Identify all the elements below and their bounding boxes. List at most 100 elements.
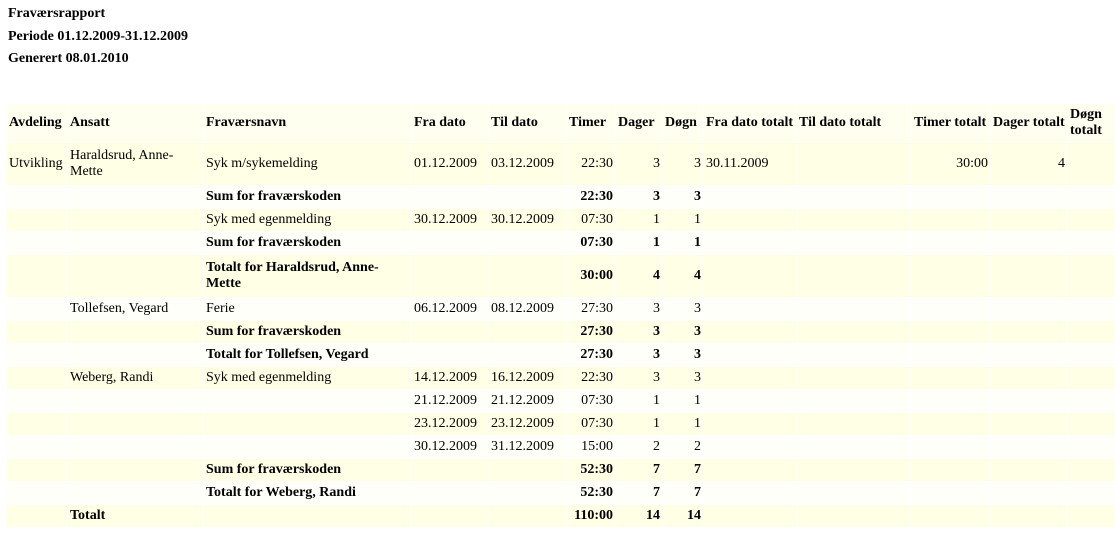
- cell-dogn: 7: [663, 482, 703, 504]
- cell-dogn-totalt: 4: [1068, 143, 1115, 185]
- cell-dogn-totalt: [1068, 505, 1115, 527]
- col-header-fra-dato-totalt: Fra dato totalt: [704, 104, 796, 142]
- cell-fra-dato-totalt: [704, 232, 796, 254]
- cell-fravaersnavn: Ferie: [204, 298, 411, 320]
- cell-fravaersnavn: Syk m/sykemelding: [204, 143, 411, 185]
- cell-ansatt: [68, 209, 203, 231]
- table-row: Tollefsen, Vegard Ferie 06.12.2009 08.12.20…: [7, 298, 1115, 320]
- cell-fra-dato: 14.12.2009: [412, 367, 488, 389]
- cell-avdeling: [7, 413, 67, 435]
- cell-dogn-totalt: [1068, 367, 1115, 389]
- cell-timer-totalt: [912, 505, 990, 527]
- cell-timer: 27:30: [567, 298, 615, 320]
- cell-til-dato: [489, 232, 566, 254]
- cell-fra-dato: 30.12.2009: [412, 209, 488, 231]
- cell-dogn: 4: [663, 255, 703, 297]
- cell-til-dato-totalt: [797, 505, 911, 527]
- cell-avdeling: [7, 186, 67, 208]
- cell-dogn-totalt: [1068, 390, 1115, 412]
- cell-timer-totalt: [912, 459, 990, 481]
- cell-dogn-totalt: [1068, 232, 1115, 254]
- cell-fra-dato: [412, 459, 488, 481]
- cell-fra-dato-totalt: [704, 298, 796, 320]
- cell-timer: 15:00: [567, 436, 615, 458]
- cell-ansatt: [68, 321, 203, 343]
- cell-fravaersnavn: [204, 436, 411, 458]
- cell-dogn-totalt: [1068, 344, 1115, 366]
- cell-til-dato-totalt: [797, 390, 911, 412]
- cell-dogn: 1: [663, 390, 703, 412]
- cell-timer-totalt: [912, 436, 990, 458]
- cell-til-dato-totalt: [797, 186, 911, 208]
- cell-fra-dato-totalt: [704, 413, 796, 435]
- cell-timer-totalt: [912, 344, 990, 366]
- col-header-til-dato: Til dato: [489, 104, 566, 142]
- table-row: Weberg, Randi Syk med egenmelding 14.12.20…: [7, 367, 1115, 389]
- cell-timer-totalt: [912, 390, 990, 412]
- cell-fra-dato: 06.12.2009: [412, 298, 488, 320]
- cell-ansatt: Tollefsen, Vegard: [68, 298, 203, 320]
- cell-avdeling: Utvikling: [7, 143, 67, 185]
- cell-avdeling: [7, 232, 67, 254]
- cell-timer: 52:30: [567, 459, 615, 481]
- cell-dogn: 3: [663, 186, 703, 208]
- cell-dager-totalt: [991, 413, 1067, 435]
- cell-avdeling: [7, 344, 67, 366]
- cell-dager: 7: [616, 482, 662, 504]
- table-row: Sum for fraværskoden 52:30 7 7: [7, 459, 1115, 481]
- table-body: Utvikling Haraldsrud, Anne-Mette Syk m/syk…: [7, 143, 1115, 527]
- cell-dager: 3: [616, 321, 662, 343]
- cell-timer-totalt: [912, 298, 990, 320]
- cell-timer: 07:30: [567, 232, 615, 254]
- cell-dager: 1: [616, 209, 662, 231]
- col-header-dager: Dager: [616, 104, 662, 142]
- cell-til-dato-totalt: [797, 321, 911, 343]
- cell-fra-dato: [412, 232, 488, 254]
- table-row: Sum for fraværskoden 07:30 1 1: [7, 232, 1115, 254]
- cell-fra-dato: 30.12.2009: [412, 436, 488, 458]
- table-row: 23.12.2009 23.12.2009 07:30 1 1: [7, 413, 1115, 435]
- cell-til-dato-totalt: [797, 143, 911, 185]
- cell-til-dato: [489, 255, 566, 297]
- cell-fravaersnavn: Sum for fraværskoden: [204, 459, 411, 481]
- cell-fra-dato-totalt: [704, 482, 796, 504]
- cell-fra-dato: [412, 344, 488, 366]
- cell-fra-dato-totalt: [704, 209, 796, 231]
- cell-til-dato: 21.12.2009: [489, 390, 566, 412]
- cell-fravaersnavn: [204, 413, 411, 435]
- cell-til-dato: 23.12.2009: [489, 413, 566, 435]
- cell-dogn-totalt: [1068, 209, 1115, 231]
- cell-timer: 07:30: [567, 413, 615, 435]
- cell-til-dato-totalt: [797, 482, 911, 504]
- cell-til-dato: 31.12.2009: [489, 436, 566, 458]
- cell-fravaersnavn: Totalt for Weberg, Randi: [204, 482, 411, 504]
- cell-til-dato: 16.12.2009: [489, 367, 566, 389]
- col-header-timer: Timer: [567, 104, 615, 142]
- cell-dager-totalt: [991, 436, 1067, 458]
- cell-avdeling: [7, 482, 67, 504]
- cell-dager: 1: [616, 232, 662, 254]
- cell-dogn: 3: [663, 298, 703, 320]
- cell-fra-dato: [412, 321, 488, 343]
- table-row: Totalt for Haraldsrud, Anne-Mette 30:00 4 4: [7, 255, 1115, 297]
- col-header-fra-dato: Fra dato: [412, 104, 488, 142]
- cell-ansatt: Haraldsrud, Anne-Mette: [68, 143, 203, 185]
- cell-timer: 07:30: [567, 209, 615, 231]
- cell-dager-totalt: [991, 459, 1067, 481]
- cell-timer-totalt: [912, 186, 990, 208]
- cell-ansatt: [68, 413, 203, 435]
- col-header-dager-totalt: Dager totalt: [991, 104, 1067, 142]
- cell-dager-totalt: [991, 186, 1067, 208]
- cell-dager: 4: [616, 255, 662, 297]
- cell-fra-dato: [412, 505, 488, 527]
- cell-til-dato-totalt: [797, 298, 911, 320]
- cell-ansatt: Weberg, Randi: [68, 367, 203, 389]
- cell-timer: 30:00: [567, 255, 615, 297]
- cell-fra-dato: 23.12.2009: [412, 413, 488, 435]
- table-header-row: Avdeling Ansatt Fraværsnavn Fra dato Til…: [7, 104, 1115, 142]
- cell-dogn-totalt: [1068, 186, 1115, 208]
- cell-dogn: 3: [663, 367, 703, 389]
- cell-timer: 22:30: [567, 186, 615, 208]
- cell-avdeling: [7, 367, 67, 389]
- cell-fra-dato-totalt: [704, 344, 796, 366]
